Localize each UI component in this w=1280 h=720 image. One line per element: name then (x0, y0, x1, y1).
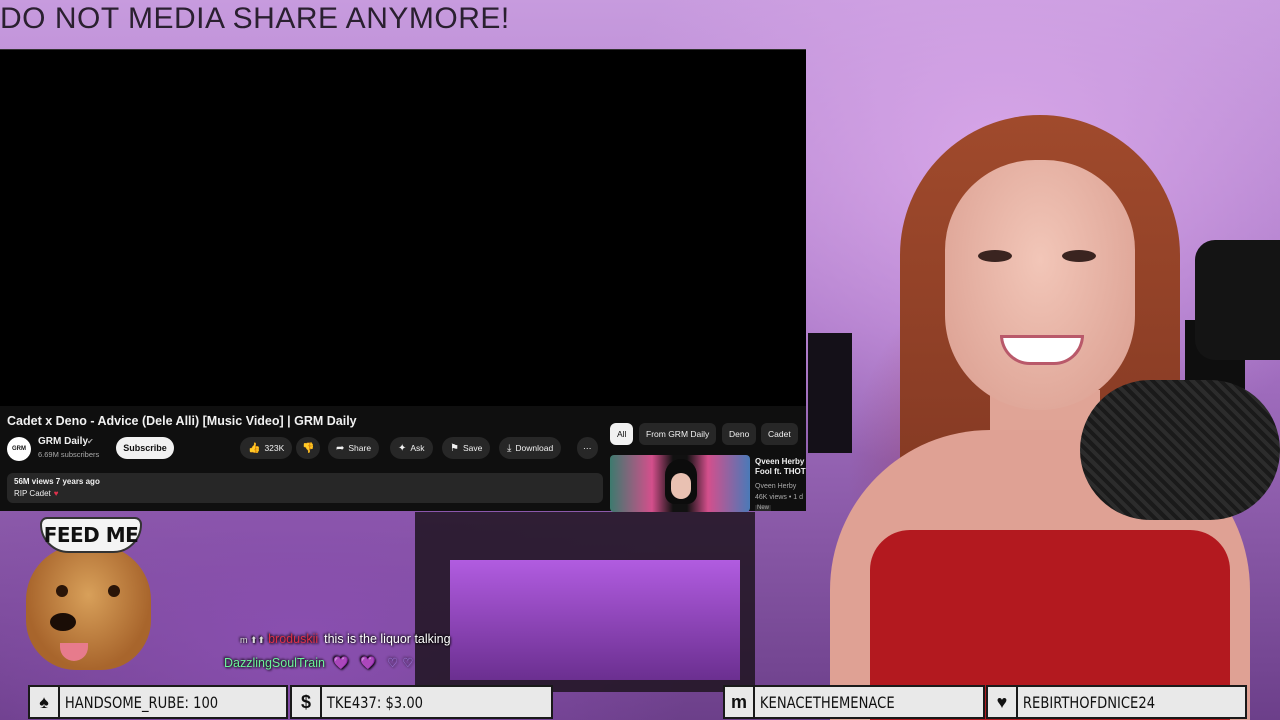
channel-name[interactable]: GRM Daily (38, 436, 88, 447)
save-button[interactable]: ⚑ Save (442, 437, 491, 459)
feed-me-label: FEED ME (40, 517, 142, 553)
download-label: Download (515, 443, 554, 453)
dollar-icon: $ (292, 687, 322, 717)
ticker-text: TKE437: $3.00 (326, 692, 424, 712)
chat-username: broduskii (268, 632, 319, 646)
dislike-button[interactable]: 👎 (296, 437, 321, 459)
download-icon: ⤓ (507, 443, 512, 454)
description-text-row: RIP Cadet ♥ (14, 489, 59, 498)
chat-badges: m ⬆⬆ (240, 635, 266, 645)
recommended-video-channel: Qveen Herby (755, 483, 797, 490)
ask-button[interactable]: ✦ Ask (390, 437, 433, 459)
shelf-light (450, 560, 740, 680)
dog-eye-right (108, 585, 120, 597)
subscriber-count: 6.69M subscribers (38, 450, 100, 459)
recommended-video-views: 46K views • 1 d (755, 494, 803, 501)
like-count: 323K (264, 443, 285, 453)
spade-icon: ♠ (30, 687, 60, 717)
ticker-text: HANDSOME_RUBE: 100 (64, 692, 219, 712)
subscribe-button[interactable]: Subscribe (116, 437, 174, 459)
ask-label: Ask (410, 443, 425, 453)
microphone (1080, 380, 1280, 520)
download-button[interactable]: ⤓ Download (499, 437, 562, 459)
ticker-top-bits: ♠ HANDSOME_RUBE: 100 (28, 685, 288, 719)
chip-cadet[interactable]: Cadet (761, 423, 798, 445)
share-button[interactable]: ➦ Share (328, 437, 380, 459)
verified-icon: ✔ (87, 437, 94, 446)
ticker-text: REBIRTHOFDNICE24 (1022, 692, 1156, 712)
share-icon: ➦ (336, 443, 345, 454)
streamer-eye-left (978, 250, 1012, 262)
like-button[interactable]: 👍 323K (240, 437, 293, 459)
channel-avatar[interactable]: GRM (7, 437, 31, 461)
view-count-and-date: 56M views 7 years ago (14, 477, 100, 486)
chat-emotes: 💜 💜 ♡♡ (332, 656, 418, 670)
chat-message: m ⬆⬆ broduskii this is the liquor talking (240, 632, 451, 646)
recommended-title-line-2: Fool ft. THOT (755, 467, 806, 476)
dog-overlay (26, 545, 151, 670)
thumbnail-figure-face (671, 473, 691, 499)
more-actions-button[interactable]: ⋯ (577, 437, 598, 459)
youtube-media-share: Cadet x Deno - Advice (Dele Alli) [Music… (0, 49, 807, 512)
stream-banner: DO NOT MEDIA SHARE ANYMORE! (0, 2, 510, 35)
sparkle-icon: ✦ (398, 443, 407, 454)
ticker-latest-member: m KENACETHEMENACE (723, 685, 985, 719)
chip-from-grm-daily[interactable]: From GRM Daily (639, 423, 717, 445)
recommended-title-line-1: Qveen Herby (755, 457, 805, 466)
heart-icon: ♥ (988, 687, 1018, 717)
recommended-video-title[interactable]: Qveen Herby Fool ft. THOT (755, 457, 807, 477)
streamer-face (945, 160, 1135, 410)
video-description[interactable]: 56M views 7 years ago RIP Cadet ♥ (7, 473, 603, 503)
video-player[interactable] (0, 50, 806, 406)
ticker-top-donation: $ TKE437: $3.00 (290, 685, 553, 719)
dog-eye-left (56, 585, 68, 597)
dog-nose (50, 613, 76, 631)
thumbs-up-icon: 👍 (248, 443, 261, 454)
ticker-text: KENACETHEMENACE (759, 692, 895, 712)
ticker-latest-follower: ♥ REBIRTHOFDNICE24 (986, 685, 1247, 719)
new-badge: New (755, 505, 772, 511)
description-text: RIP Cadet (14, 489, 51, 498)
mic-arm (1195, 240, 1280, 360)
share-label: Share (348, 443, 372, 453)
heart-icon: ♥ (53, 489, 59, 498)
recommended-video-thumbnail[interactable] (610, 455, 750, 512)
member-icon: m (725, 687, 755, 717)
chat-username: DazzlingSoulTrain (224, 656, 325, 670)
thumbs-down-icon: 👎 (302, 443, 315, 454)
chat-message: DazzlingSoulTrain 💜 💜 ♡♡ (224, 655, 417, 671)
chip-deno[interactable]: Deno (722, 423, 757, 445)
save-label: Save (462, 443, 483, 453)
streamer-eye-right (1062, 250, 1096, 262)
chip-all[interactable]: All (610, 423, 634, 445)
video-title: Cadet x Deno - Advice (Dele Alli) [Music… (7, 414, 357, 428)
dog-tongue (60, 643, 88, 661)
bookmark-icon: ⚑ (450, 443, 459, 454)
chat-text: this is the liquor talking (324, 632, 451, 646)
